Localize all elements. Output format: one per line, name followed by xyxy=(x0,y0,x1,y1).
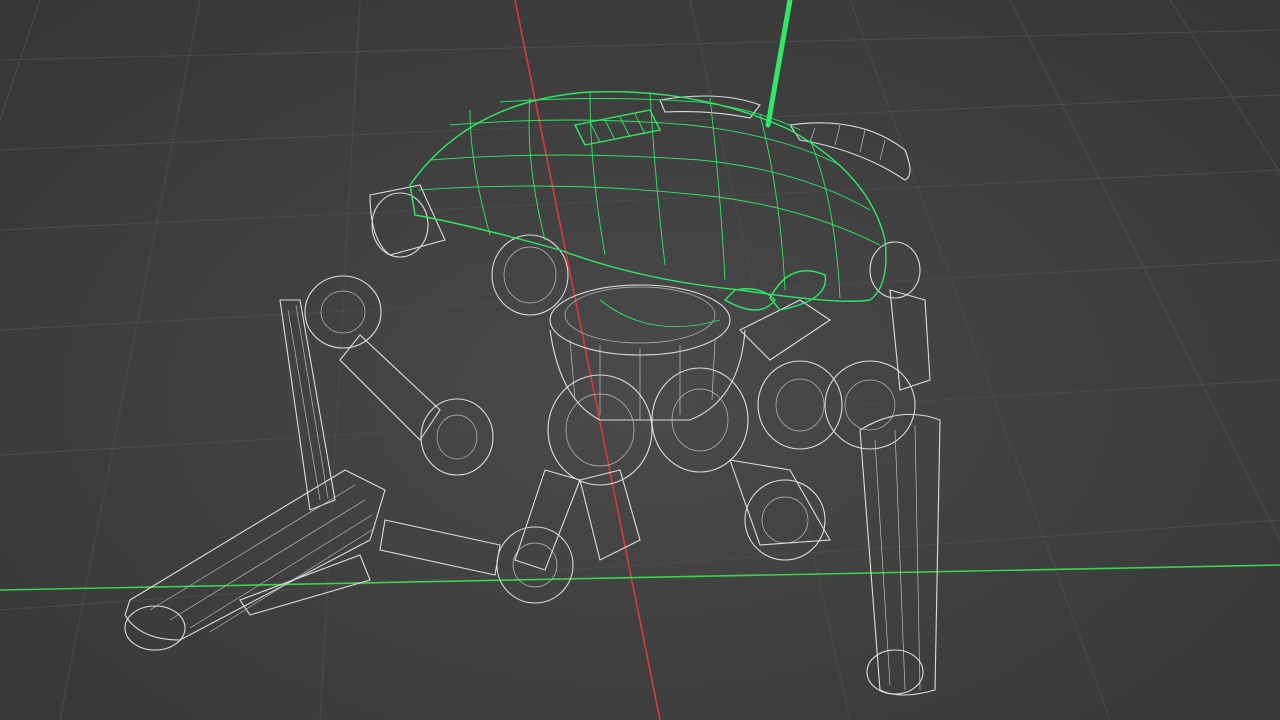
transform-gizmo-handle[interactable] xyxy=(765,0,793,128)
scene-canvas[interactable] xyxy=(0,0,1280,720)
3d-viewport[interactable] xyxy=(0,0,1280,720)
x-axis-line xyxy=(514,0,661,720)
selected-dome-shell[interactable] xyxy=(409,90,887,328)
joint-wheels xyxy=(304,192,921,604)
y-axis-line xyxy=(0,564,1280,591)
